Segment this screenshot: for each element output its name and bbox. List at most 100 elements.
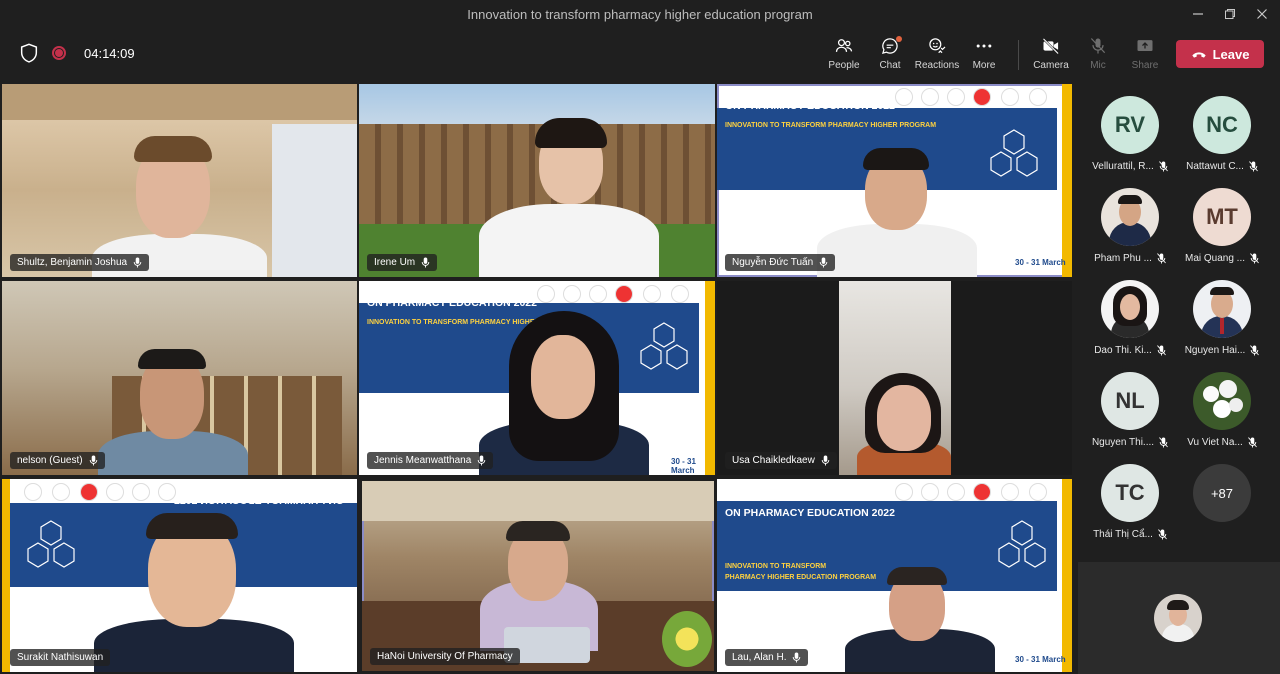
- mic-icon: [793, 652, 801, 663]
- participant-name-tag: Jennis Meanwatthana: [367, 452, 494, 469]
- people-button[interactable]: People: [820, 36, 868, 76]
- roster-participant[interactable]: Dao Thi. Ki...: [1084, 280, 1176, 356]
- university-logo: [24, 483, 42, 501]
- video-tile[interactable]: VIRTUAL CONFERENCE ON PHARMACY EDUCATION…: [717, 479, 1072, 672]
- roster-name: Nattawut C...: [1186, 161, 1244, 172]
- mic-off-icon: [1157, 253, 1166, 264]
- person-hair: [863, 148, 929, 170]
- more-button[interactable]: More: [960, 36, 1008, 76]
- flower-arrangement: [662, 611, 712, 667]
- video-tile[interactable]: VIRTUAL CONFERENCE ON PHARMACY EDUCATION…: [2, 479, 357, 672]
- university-logo: [537, 285, 555, 303]
- more-participants-button[interactable]: +87: [1176, 464, 1268, 522]
- participant-name: Shultz, Benjamin Joshua: [17, 257, 128, 268]
- mic-off-icon: [1158, 529, 1167, 540]
- uic-logo: [615, 285, 633, 303]
- camera-button[interactable]: Camera: [1027, 36, 1075, 76]
- share-button[interactable]: Share: [1121, 36, 1169, 76]
- roster-name: Mai Quang ...: [1184, 253, 1246, 264]
- hexagon-graphic: [998, 520, 1046, 568]
- maximize-button[interactable]: [1212, 0, 1248, 28]
- banner-date: 30 - 31 March: [1015, 655, 1066, 664]
- mic-off-icon: [1247, 437, 1257, 448]
- camera-off-icon: [1042, 38, 1059, 55]
- university-logo: [106, 483, 124, 501]
- video-tile[interactable]: nelson (Guest): [2, 281, 357, 475]
- hexagon-graphic: [640, 322, 688, 370]
- mic-off-icon: [1250, 253, 1259, 264]
- video-tile[interactable]: VIRTUAL CONFERENCE ON PHARMACY EDUCATION…: [717, 84, 1072, 277]
- roster-participant[interactable]: Nguyen Hai...: [1176, 280, 1268, 356]
- banner-title: VIRTUAL CONFERENCE: [725, 489, 847, 501]
- close-icon: [1257, 9, 1267, 19]
- university-logo: [947, 88, 965, 106]
- roster-name: Vellurattil, R...: [1092, 161, 1154, 172]
- banner-date: 30 - 31 March: [671, 457, 696, 475]
- video-tile[interactable]: Shultz, Benjamin Joshua: [2, 84, 357, 277]
- leave-label: Leave: [1212, 46, 1250, 62]
- uic-logo: [80, 483, 98, 501]
- university-logo: [921, 483, 939, 501]
- self-view[interactable]: [1078, 562, 1280, 674]
- mic-label: Mic: [1090, 60, 1106, 71]
- hexagon-graphic: [27, 520, 75, 568]
- shield-icon[interactable]: [18, 42, 40, 64]
- people-icon: [835, 39, 853, 52]
- university-logo: [895, 88, 913, 106]
- more-label: More: [972, 60, 996, 71]
- mic-icon: [821, 455, 830, 466]
- wall-panel: [362, 481, 714, 521]
- mic-icon: [478, 455, 486, 466]
- university-logo: [947, 483, 965, 501]
- banner-subtitle: ON PHARMACY EDUCATION 2022: [174, 495, 344, 507]
- roster-name: Pham Phu ...: [1094, 253, 1152, 264]
- minimize-button[interactable]: [1180, 0, 1216, 28]
- university-logo: [1001, 483, 1019, 501]
- close-window-button[interactable]: [1244, 0, 1280, 28]
- roster-participant[interactable]: RV Vellurattil, R...: [1084, 96, 1176, 172]
- people-label: People: [828, 60, 860, 71]
- video-tile[interactable]: VIRTUAL CONFERENCE ON PHARMACY EDUCATION…: [359, 281, 715, 475]
- reactions-button[interactable]: Reactions: [913, 36, 961, 76]
- roster-participant[interactable]: MT Mai Quang ...: [1176, 188, 1268, 264]
- roster-participant[interactable]: TC Thái Thị Cẩ...: [1084, 464, 1176, 540]
- participant-name-tag: Surakit Nathisuwan: [10, 649, 111, 666]
- participant-name-tag: HaNoi University Of Pharmacy: [370, 648, 520, 665]
- roster-participant[interactable]: Pham Phu ...: [1084, 188, 1176, 264]
- mic-off-icon: [1090, 38, 1106, 54]
- mic-off-icon: [1249, 161, 1258, 172]
- participant-name-tag: Irene Um: [367, 254, 438, 271]
- participant-name-tag: Shultz, Benjamin Joshua: [10, 254, 150, 271]
- mic-icon: [133, 257, 142, 268]
- participant-name: Irene Um: [374, 257, 416, 268]
- chat-button[interactable]: Chat: [866, 36, 914, 76]
- banner-date: 30 - 31 March: [1015, 258, 1066, 267]
- leave-button[interactable]: Leave: [1176, 40, 1264, 68]
- video-tile[interactable]: Irene Um: [359, 84, 715, 277]
- avatar-photo: [1193, 372, 1251, 430]
- mic-button[interactable]: Mic: [1074, 36, 1122, 76]
- roster-participant[interactable]: Vu Viet Na...: [1176, 372, 1268, 448]
- video-tile[interactable]: Usa Chaikledkaew: [717, 281, 1072, 475]
- participant-roster: RV Vellurattil, R... NC Nattawut C... Ph…: [1078, 84, 1280, 560]
- university-logo: [132, 483, 150, 501]
- person-hair: [146, 513, 238, 539]
- mic-off-icon: [1156, 345, 1166, 356]
- banner-title: VIRTUAL CONFERENCE: [198, 481, 320, 493]
- banner-title: VIRTUAL CONFERENCE: [367, 283, 489, 295]
- title-bar: Innovation to transform pharmacy higher …: [0, 0, 1280, 28]
- participant-name-tag: Lau, Alan H.: [725, 649, 809, 666]
- meeting-toolbar: 04:14:09 People Chat Reactions More Came…: [0, 28, 1280, 82]
- university-logo: [921, 88, 939, 106]
- video-tile[interactable]: HaNoi University Of Pharmacy: [362, 481, 714, 671]
- roster-participant[interactable]: NL Nguyen Thi....: [1084, 372, 1176, 448]
- hang-up-icon: [1191, 52, 1206, 58]
- uic-logo: [973, 88, 991, 106]
- ceiling: [2, 84, 357, 120]
- minimize-icon: [1193, 13, 1203, 15]
- roster-participant[interactable]: NC Nattawut C...: [1176, 96, 1268, 172]
- banner-tagline: INNOVATION TO TRANSFORM PHARMACY HIGHER: [367, 319, 540, 326]
- participant-name-tag: nelson (Guest): [10, 452, 105, 469]
- recording-icon: [52, 46, 66, 60]
- mic-icon: [421, 257, 430, 268]
